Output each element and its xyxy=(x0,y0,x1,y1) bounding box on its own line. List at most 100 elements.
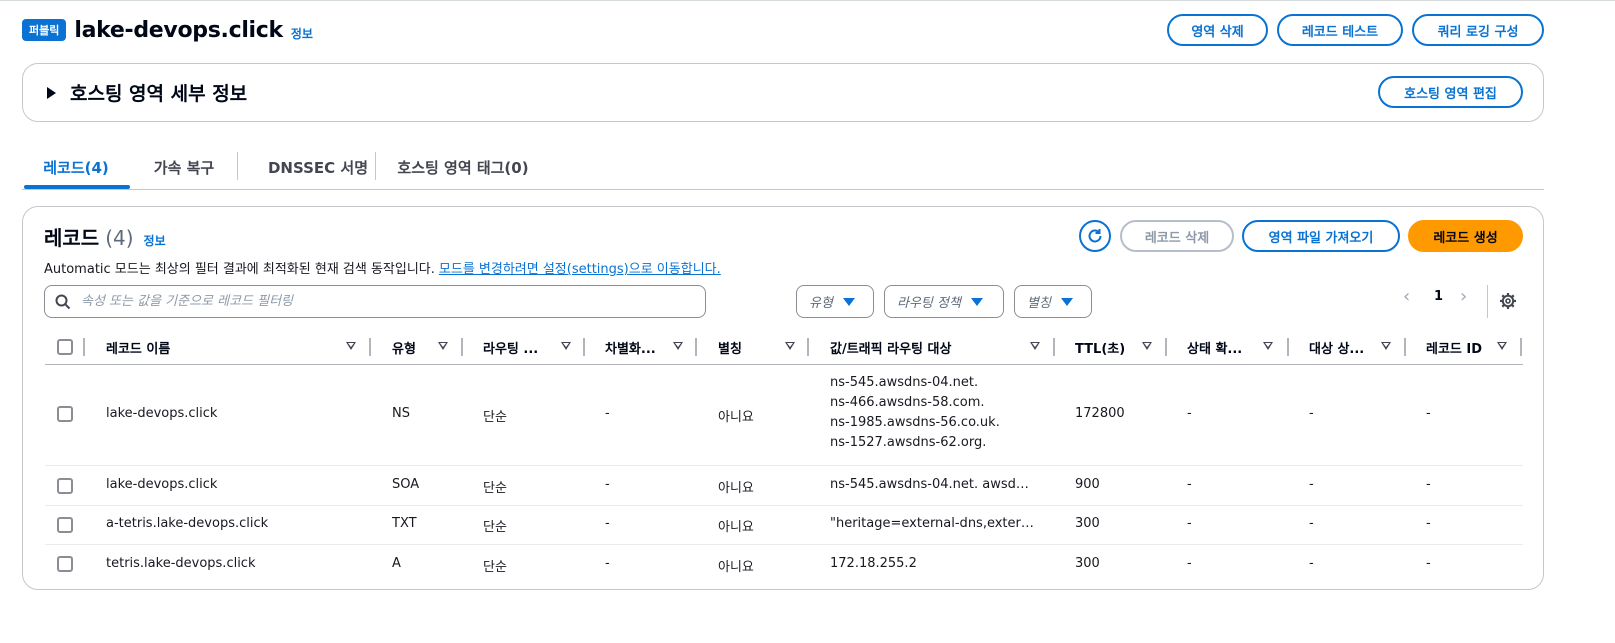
page-number-1[interactable]: 1 xyxy=(1434,289,1443,304)
record-name[interactable]: lake-devops.click xyxy=(106,477,361,492)
record-routing: 단순 xyxy=(483,520,507,535)
table-row[interactable]: tetris.lake-devops.click A 단순 - 아니요 172.… xyxy=(45,545,1523,585)
sort-icon[interactable] xyxy=(1263,342,1273,350)
info-link[interactable]: 정보 xyxy=(291,25,313,42)
search-mode-description: Automatic 모드는 최상의 필터 결과에 최적화된 현재 검색 동작입니… xyxy=(44,258,721,277)
records-count: (4) xyxy=(105,226,134,250)
configure-query-logging-button[interactable]: 쿼리 로깅 구성 xyxy=(1412,14,1544,46)
sort-icon[interactable] xyxy=(1030,342,1040,350)
record-differentiator: - xyxy=(605,406,610,421)
delete-zone-button[interactable]: 영역 삭제 xyxy=(1167,14,1268,46)
type-filter-label: 유형 xyxy=(809,296,833,311)
record-ttl: 300 xyxy=(1075,556,1100,571)
column-divider xyxy=(695,338,697,356)
record-alias: 아니요 xyxy=(718,410,754,425)
sort-icon[interactable] xyxy=(785,342,795,350)
select-all-checkbox[interactable] xyxy=(57,339,73,355)
tab-dnssec-signing[interactable]: DNSSEC 서명 xyxy=(248,146,388,189)
record-id: - xyxy=(1426,516,1431,531)
record-value: "heritage=external-dns,exter… xyxy=(830,516,1034,531)
column-header-value[interactable]: 값/트래픽 라우팅 대상 xyxy=(830,329,951,365)
row-checkbox[interactable] xyxy=(57,478,73,494)
column-header-evaluate-target[interactable]: 대상 상... xyxy=(1309,329,1364,365)
test-record-button[interactable]: 레코드 테스트 xyxy=(1277,14,1403,46)
tab-accelerated-recovery[interactable]: 가속 복구 xyxy=(142,146,226,189)
records-table-header: 레코드 이름 유형 라우팅 ... 차별화... 별칭 값/트래픽 라우팅 대상… xyxy=(45,329,1523,365)
table-row[interactable]: lake-devops.click SOA 단순 - 아니요 ns-545.aw… xyxy=(45,466,1523,506)
records-panel: 레코드 (4) 정보 Automatic 모드는 최상의 필터 결과에 최적화된… xyxy=(22,206,1544,590)
row-checkbox[interactable] xyxy=(57,406,73,422)
sort-icon[interactable] xyxy=(1497,342,1507,350)
next-page-button[interactable]: › xyxy=(1460,286,1467,307)
edit-hosted-zone-button[interactable]: 호스팅 영역 편집 xyxy=(1378,76,1523,108)
delete-record-button[interactable]: 레코드 삭제 xyxy=(1120,220,1234,252)
column-header-ttl[interactable]: TTL(초) xyxy=(1075,329,1125,365)
record-evaluate-target: - xyxy=(1309,406,1314,421)
table-row[interactable]: a-tetris.lake-devops.click TXT 단순 - 아니요 … xyxy=(45,506,1523,545)
sort-icon[interactable] xyxy=(438,342,448,350)
column-divider xyxy=(83,338,85,356)
column-header-health-check[interactable]: 상태 확... xyxy=(1187,329,1242,365)
search-input[interactable] xyxy=(79,293,679,310)
column-header-type[interactable]: 유형 xyxy=(392,329,416,365)
column-header-record-id[interactable]: 레코드 ID xyxy=(1426,329,1482,365)
record-evaluate-target: - xyxy=(1309,477,1314,492)
column-divider xyxy=(1053,338,1055,356)
column-header-differentiator[interactable]: 차별화... xyxy=(605,329,656,365)
record-id: - xyxy=(1426,406,1431,421)
sort-icon[interactable] xyxy=(673,342,683,350)
table-row[interactable]: lake-devops.click NS 단순 - 아니요 ns-545.aws… xyxy=(45,365,1523,466)
record-evaluate-target: - xyxy=(1309,556,1314,571)
tab-hosted-zone-tags[interactable]: 호스팅 영역 태그(0) xyxy=(388,146,538,189)
hosted-zone-details-toggle[interactable]: 호스팅 영역 세부 정보 xyxy=(47,79,247,106)
record-value-line: ns-1527.awsdns-62.org. xyxy=(830,435,987,450)
column-divider xyxy=(583,338,585,356)
record-health-check: - xyxy=(1187,477,1192,492)
alias-filter-select[interactable]: 별칭 xyxy=(1014,285,1092,318)
column-header-record-name[interactable]: 레코드 이름 xyxy=(106,329,170,365)
top-divider xyxy=(0,0,1615,1)
record-name[interactable]: lake-devops.click xyxy=(106,406,361,421)
tab-records[interactable]: 레코드(4) xyxy=(30,146,122,189)
page-header: 퍼블릭 lake-devops.click 정보 xyxy=(22,12,313,48)
refresh-button[interactable] xyxy=(1079,220,1111,252)
routing-policy-filter-select[interactable]: 라우팅 정책 xyxy=(884,285,1004,318)
record-value-line: ns-466.awsdns-58.com. xyxy=(830,395,985,410)
row-checkbox[interactable] xyxy=(57,517,73,533)
sort-icon[interactable] xyxy=(346,342,356,350)
settings-gear-icon[interactable] xyxy=(1499,292,1517,310)
import-zone-file-button[interactable]: 영역 파일 가져오기 xyxy=(1242,220,1400,252)
search-icon xyxy=(55,294,71,309)
record-alias: 아니요 xyxy=(718,520,754,535)
public-badge: 퍼블릭 xyxy=(22,19,67,41)
records-info-link[interactable]: 정보 xyxy=(144,232,166,249)
record-differentiator: - xyxy=(605,556,610,571)
record-health-check: - xyxy=(1187,406,1192,421)
record-value: ns-545.awsdns-04.net. ns-466.awsdns-58.c… xyxy=(830,373,1045,453)
create-record-button[interactable]: 레코드 생성 xyxy=(1408,220,1523,252)
column-divider xyxy=(807,338,809,356)
caret-down-icon xyxy=(1060,297,1073,306)
row-checkbox[interactable] xyxy=(57,556,73,572)
search-mode-settings-link[interactable]: 모드를 변경하려면 설정(settings)으로 이동합니다. xyxy=(439,262,721,277)
sort-icon[interactable] xyxy=(1381,342,1391,350)
column-divider xyxy=(461,338,463,356)
record-type: A xyxy=(392,556,401,571)
column-header-alias[interactable]: 별칭 xyxy=(718,329,742,365)
pagination-divider xyxy=(1487,285,1488,318)
record-name[interactable]: a-tetris.lake-devops.click xyxy=(106,516,361,531)
sort-icon[interactable] xyxy=(1142,342,1152,350)
column-header-routing-policy[interactable]: 라우팅 ... xyxy=(483,329,538,365)
record-differentiator: - xyxy=(605,516,610,531)
previous-page-button[interactable]: ‹ xyxy=(1403,286,1410,307)
record-filter-search[interactable] xyxy=(44,285,706,318)
record-routing: 단순 xyxy=(483,410,507,425)
record-name[interactable]: tetris.lake-devops.click xyxy=(106,556,361,571)
refresh-icon xyxy=(1088,229,1102,243)
sort-icon[interactable] xyxy=(561,342,571,350)
type-filter-select[interactable]: 유형 xyxy=(796,285,874,318)
caret-down-icon xyxy=(842,297,855,306)
caret-right-icon xyxy=(47,86,56,99)
column-divider xyxy=(1404,338,1406,356)
column-divider xyxy=(1520,338,1522,356)
